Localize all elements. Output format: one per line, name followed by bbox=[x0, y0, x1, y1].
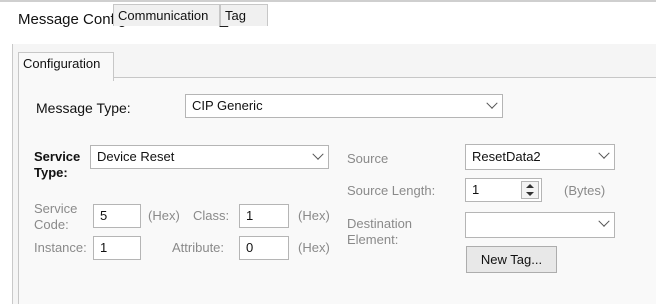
message-type-label: Message Type: bbox=[36, 100, 131, 116]
service-code-label: Service Code: bbox=[34, 201, 88, 233]
spin-up-icon[interactable] bbox=[526, 184, 534, 188]
source-length-label: Source Length: bbox=[347, 183, 436, 198]
source-label: Source bbox=[347, 151, 389, 166]
tab-communication[interactable]: Communication bbox=[113, 4, 220, 26]
message-type-value: CIP Generic bbox=[192, 98, 263, 113]
source-length-unit: (Bytes) bbox=[564, 183, 606, 198]
service-type-select[interactable]: Device Reset bbox=[90, 145, 329, 169]
service-type-value: Device Reset bbox=[97, 149, 175, 164]
chevron-down-icon bbox=[598, 215, 610, 227]
attribute-unit: (Hex) bbox=[298, 240, 330, 255]
service-code-label-text: Service Code: bbox=[34, 201, 78, 232]
destination-select[interactable] bbox=[465, 212, 615, 238]
message-type-select[interactable]: CIP Generic bbox=[185, 94, 503, 118]
source-select[interactable]: ResetData2 bbox=[465, 144, 615, 170]
chevron-down-icon bbox=[598, 147, 610, 159]
spin-down-icon[interactable] bbox=[526, 192, 534, 196]
source-length-stepper[interactable]: 1 bbox=[465, 178, 542, 202]
destination-label: Destination Element: bbox=[347, 216, 427, 248]
instance-input[interactable]: 1 bbox=[93, 236, 141, 260]
class-unit: (Hex) bbox=[298, 208, 330, 223]
title-divider bbox=[0, 0, 656, 2]
service-code-unit: (Hex) bbox=[148, 208, 180, 223]
chevron-down-icon bbox=[312, 148, 324, 160]
chevron-down-icon bbox=[486, 97, 498, 109]
tab-configuration[interactable]: Configuration bbox=[18, 52, 114, 81]
spin-arrows-icon[interactable] bbox=[521, 181, 539, 199]
attribute-input[interactable]: 0 bbox=[239, 236, 289, 260]
attribute-label: Attribute: bbox=[172, 240, 225, 255]
service-type-label-text: Service Type: bbox=[34, 149, 81, 180]
title-bar: Message Configuration - MSG_4 bbox=[0, 0, 656, 40]
service-type-label: Service Type: bbox=[34, 149, 86, 181]
tab-tag[interactable]: Tag bbox=[220, 4, 268, 26]
class-input[interactable]: 1 bbox=[239, 204, 289, 228]
class-label: Class: bbox=[193, 208, 230, 223]
source-value: ResetData2 bbox=[472, 149, 541, 164]
instance-label: Instance: bbox=[34, 240, 87, 255]
source-length-value: 1 bbox=[472, 182, 480, 197]
service-code-input[interactable]: 5 bbox=[93, 204, 141, 228]
destination-label-text: Destination Element: bbox=[347, 216, 413, 247]
new-tag-button[interactable]: New Tag... bbox=[466, 246, 557, 273]
